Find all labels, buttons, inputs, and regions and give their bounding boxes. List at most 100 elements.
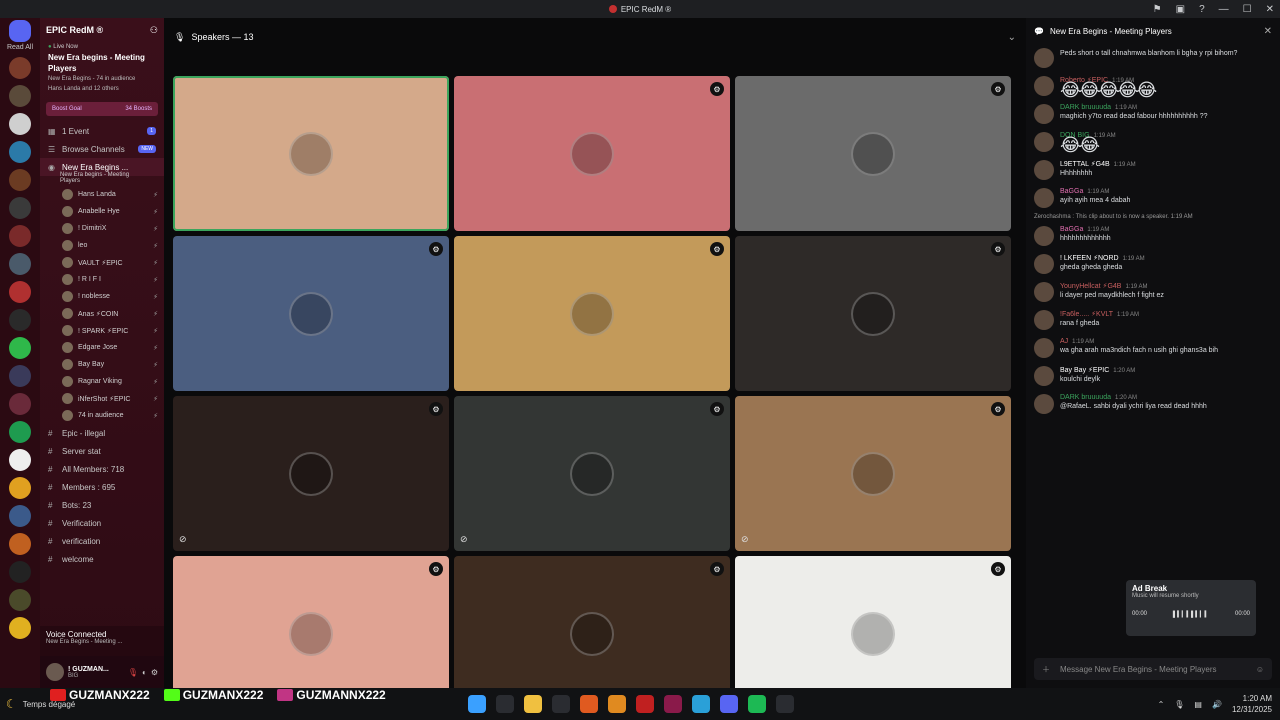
chevron-down-icon[interactable]: ⌄ (1008, 32, 1016, 43)
mic-icon[interactable]: 🎙 (1174, 700, 1184, 709)
speaker-tile[interactable]: ⚙ (454, 236, 730, 391)
member-row[interactable]: ! SPARK ⚡EPIC ⚡ (40, 322, 164, 339)
settings-icon[interactable]: ⚙ (991, 242, 1005, 256)
flag-icon[interactable]: ⚑ (1153, 4, 1162, 15)
app-icon[interactable] (608, 695, 626, 713)
server-icon[interactable] (9, 225, 31, 247)
chat-message[interactable]: Roberto ⚡EPIC 1:19 AM 😂😂😂😂😂 (1026, 72, 1280, 100)
settings-icon[interactable]: ⚙ (991, 402, 1005, 416)
speaker-tile[interactable]: ⚙ (454, 76, 730, 231)
author-name[interactable]: BaGGa (1060, 226, 1083, 233)
voice-connected-channel[interactable]: New Era Begins - Meeting ... (46, 639, 158, 645)
author-name[interactable]: DARK bruuuuda (1060, 394, 1111, 401)
member-row[interactable]: 74 in audience ⚡ (40, 407, 164, 424)
home-button[interactable] (9, 20, 31, 42)
close-icon[interactable]: ✕ (1264, 26, 1272, 37)
server-icon[interactable] (9, 309, 31, 331)
mic-icon[interactable]: 🎙 (128, 668, 138, 677)
member-row[interactable]: ! R I F I ⚡ (40, 271, 164, 288)
chevron-up-icon[interactable]: ⌃ (1158, 700, 1165, 709)
server-icon[interactable] (9, 141, 31, 163)
ad-break-popup[interactable]: Ad Break Music will resume shortly 00:00… (1126, 580, 1256, 636)
server-icon[interactable] (9, 421, 31, 443)
avatar[interactable] (1034, 76, 1054, 96)
author-name[interactable]: DARK bruuuuda (1060, 104, 1111, 111)
wifi-icon[interactable]: ▤ (1194, 700, 1202, 709)
chat-message[interactable]: AJ 1:19 AM wa gha arah ma3ndich fach n usi… (1026, 334, 1280, 362)
avatar[interactable] (1034, 254, 1054, 274)
avatar[interactable] (1034, 132, 1054, 152)
settings-icon[interactable]: ⚙ (429, 562, 443, 576)
avatar[interactable] (1034, 48, 1054, 68)
member-row[interactable]: Ragnar Viking ⚡ (40, 373, 164, 390)
server-icon[interactable] (9, 57, 31, 79)
channel-item[interactable]: # Epic - illegal (40, 424, 164, 442)
settings-icon[interactable]: ⚙ (710, 562, 724, 576)
chat-message[interactable]: DARK bruuuuda 1:20 AM @RafaeL. sahbi dyali… (1026, 390, 1280, 418)
member-row[interactable]: Hans Landa ⚡ (40, 186, 164, 203)
chat-message[interactable]: !Fa6le..... ⚡KVLT 1:19 AM rana f gheda (1026, 306, 1280, 334)
app-icon[interactable] (776, 695, 794, 713)
chat-message[interactable]: BaGGa 1:19 AM hhhhhhhhhhhhh (1026, 222, 1280, 250)
member-row[interactable]: Bay Bay ⚡ (40, 356, 164, 373)
server-icon[interactable] (9, 589, 31, 611)
author-name[interactable]: Bay Bay ⚡EPIC (1060, 367, 1109, 374)
avatar[interactable] (1034, 226, 1054, 246)
settings-icon[interactable]: ⚙ (710, 82, 724, 96)
app-icon[interactable] (664, 695, 682, 713)
chat-message[interactable]: DON BIG 1:19 AM 😂😂 (1026, 128, 1280, 156)
channel-item[interactable]: # Server stat (40, 442, 164, 460)
member-row[interactable]: Edgare Jose ⚡ (40, 339, 164, 356)
member-row[interactable]: iNferShot ⚡EPIC ⚡ (40, 390, 164, 407)
author-name[interactable]: AJ (1060, 338, 1068, 345)
server-icon[interactable] (9, 561, 31, 583)
telegram-icon[interactable] (692, 695, 710, 713)
avatar[interactable] (1034, 282, 1054, 302)
settings-icon[interactable]: ⚙ (710, 242, 724, 256)
server-icon[interactable] (9, 113, 31, 135)
member-row[interactable]: ! noblesse ⚡ (40, 288, 164, 305)
member-row[interactable]: Anas ⚡COIN ⚡ (40, 305, 164, 322)
author-name[interactable]: ! LKFEEN ⚡NORD (1060, 255, 1119, 262)
avatar[interactable] (1034, 310, 1054, 330)
browser-icon[interactable] (580, 695, 598, 713)
server-icon[interactable] (9, 617, 31, 639)
member-row[interactable]: leo ⚡ (40, 237, 164, 254)
speaker-tile[interactable]: ⚙ ⊘ (454, 396, 730, 551)
chat-message[interactable]: Bay Bay ⚡EPIC 1:20 AM koulchi deylk (1026, 362, 1280, 390)
server-icon[interactable] (9, 393, 31, 415)
read-all-label[interactable]: Read All (7, 44, 33, 51)
minimize-icon[interactable]: — (1219, 4, 1229, 15)
channel-item[interactable]: # verification (40, 532, 164, 550)
settings-icon[interactable]: ⚙ (991, 562, 1005, 576)
headphones-icon[interactable]: ◐ (142, 668, 147, 677)
speaker-tile[interactable] (173, 76, 449, 231)
chat-message[interactable]: DARK bruuuuda 1:19 AM maghich y7to read de… (1026, 100, 1280, 128)
settings-icon[interactable]: ⚙ (429, 402, 443, 416)
member-row[interactable]: Anabelle Hye ⚡ (40, 203, 164, 220)
avatar[interactable] (1034, 394, 1054, 414)
search-icon[interactable] (496, 695, 514, 713)
chat-message[interactable]: BaGGa 1:19 AM ayih ayih mea 4 dabah (1026, 184, 1280, 212)
chat-message[interactable]: YounyHellcat ⚡G4B 1:19 AM li dayer ped may… (1026, 278, 1280, 306)
author-name[interactable]: L9ETTAL ⚡G4B (1060, 161, 1110, 168)
speaker-tile[interactable]: ⚙ ⊘ (735, 396, 1011, 551)
server-icon[interactable] (9, 365, 31, 387)
speaker-tile[interactable]: ⚙ ⊘ (173, 396, 449, 551)
store-icon[interactable] (552, 695, 570, 713)
member-row[interactable]: ! DimitriX ⚡ (40, 220, 164, 237)
avatar[interactable] (1034, 338, 1054, 358)
server-header[interactable]: EPIC RedM ® ⚇ (40, 18, 164, 42)
settings-icon[interactable]: ⚙ (991, 82, 1005, 96)
author-name[interactable]: BaGGa (1060, 188, 1083, 195)
boost-goal-bar[interactable]: Boost Goal 34 Boosts (46, 102, 158, 116)
channel-item[interactable]: # All Members: 718 (40, 460, 164, 478)
windows-start-icon[interactable] (468, 695, 486, 713)
close-icon[interactable]: ✕ (1266, 4, 1274, 15)
server-icon[interactable] (9, 505, 31, 527)
discord-icon[interactable] (720, 695, 738, 713)
member-row[interactable]: VAULT ⚡EPIC ⚡ (40, 254, 164, 271)
avatar[interactable] (1034, 188, 1054, 208)
spotify-icon[interactable] (748, 695, 766, 713)
server-icon[interactable] (9, 449, 31, 471)
